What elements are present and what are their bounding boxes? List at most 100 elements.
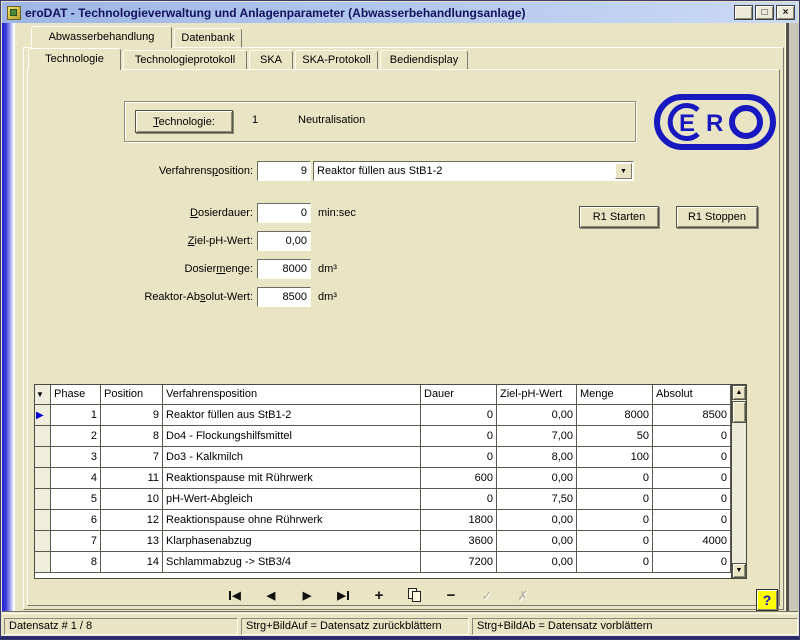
insert-record-button[interactable]: +	[367, 586, 391, 605]
first-record-button[interactable]: ◀	[223, 586, 247, 605]
cell-dauer[interactable]: 0	[421, 489, 497, 510]
row-selector[interactable]	[35, 447, 51, 468]
tab-technologieprotokoll[interactable]: Technologieprotokoll	[123, 50, 247, 69]
tab-abwasserbehandlung[interactable]: Abwasserbehandlung	[31, 26, 172, 48]
cell-absolut[interactable]: 8500	[653, 405, 731, 426]
cell-absolut[interactable]: 0	[653, 426, 731, 447]
cell-ziel-ph[interactable]: 7,50	[497, 489, 577, 510]
prior-record-button[interactable]: ◀	[259, 586, 283, 605]
cell-phase[interactable]: 7	[51, 531, 101, 552]
r1-starten-button[interactable]: R1 Starten	[579, 206, 659, 228]
scroll-down-button[interactable]: ▼	[732, 563, 746, 578]
cell-ziel-ph[interactable]: 8,00	[497, 447, 577, 468]
table-row[interactable]: 5 10 pH-Wert-Abgleich 0 7,50 0 0	[35, 489, 731, 510]
cell-absolut[interactable]: 0	[653, 447, 731, 468]
verfahrensposition-input[interactable]	[257, 161, 311, 181]
cell-dauer[interactable]: 3600	[421, 531, 497, 552]
cell-menge[interactable]: 50	[577, 426, 653, 447]
cell-ziel-ph[interactable]: 0,00	[497, 510, 577, 531]
cell-position[interactable]: 7	[101, 447, 163, 468]
cell-verfahrensposition[interactable]: Do4 - Flockungshilfsmittel	[163, 426, 421, 447]
cell-absolut[interactable]: 0	[653, 510, 731, 531]
cell-dauer[interactable]: 1800	[421, 510, 497, 531]
minimize-button[interactable]: _	[734, 5, 753, 20]
cell-absolut[interactable]: 0	[653, 468, 731, 489]
cell-menge[interactable]: 0	[577, 531, 653, 552]
last-record-button[interactable]: ▶	[331, 586, 355, 605]
cell-dauer[interactable]: 0	[421, 405, 497, 426]
row-selector[interactable]	[35, 426, 51, 447]
cell-verfahrensposition[interactable]: pH-Wert-Abgleich	[163, 489, 421, 510]
cell-phase[interactable]: 1	[51, 405, 101, 426]
table-vertical-scrollbar[interactable]: ▲ ▼	[731, 385, 746, 578]
cell-position[interactable]: 8	[101, 426, 163, 447]
tab-bediendisplay[interactable]: Bediendisplay	[380, 50, 468, 69]
copy-record-button[interactable]	[403, 586, 427, 605]
table-row[interactable]: 4 11 Reaktionspause mit Rührwerk 600 0,0…	[35, 468, 731, 489]
cell-menge[interactable]: 0	[577, 510, 653, 531]
cell-position[interactable]: 14	[101, 552, 163, 573]
cell-ziel-ph[interactable]: 0,00	[497, 531, 577, 552]
row-selector[interactable]	[35, 531, 51, 552]
cell-position[interactable]: 11	[101, 468, 163, 489]
cell-position[interactable]: 10	[101, 489, 163, 510]
row-selector[interactable]	[35, 468, 51, 489]
verfahrensposition-combobox[interactable]: Reaktor füllen aus StB1-2 ▼	[313, 161, 634, 181]
combobox-dropdown-button[interactable]: ▼	[615, 163, 632, 179]
table-row[interactable]: 2 8 Do4 - Flockungshilfsmittel 0 7,00 50…	[35, 426, 731, 447]
cell-absolut[interactable]: 0	[653, 489, 731, 510]
cell-verfahrensposition[interactable]: Reaktionspause ohne Rührwerk	[163, 510, 421, 531]
cell-phase[interactable]: 6	[51, 510, 101, 531]
cell-menge[interactable]: 8000	[577, 405, 653, 426]
cell-verfahrensposition[interactable]: Klarphasenabzug	[163, 531, 421, 552]
cell-menge[interactable]: 100	[577, 447, 653, 468]
cell-absolut[interactable]: 0	[653, 552, 731, 573]
tab-ska[interactable]: SKA	[249, 50, 293, 69]
cell-dauer[interactable]: 0	[421, 447, 497, 468]
cell-verfahrensposition[interactable]: Do3 - Kalkmilch	[163, 447, 421, 468]
tab-datenbank[interactable]: Datenbank	[174, 28, 242, 47]
table-row[interactable]: 8 14 Schlammabzug -> StB3/4 7200 0,00 0 …	[35, 552, 731, 573]
cell-position[interactable]: 9	[101, 405, 163, 426]
table-row[interactable]: 7 13 Klarphasenabzug 3600 0,00 0 4000	[35, 531, 731, 552]
cell-verfahrensposition[interactable]: Reaktor füllen aus StB1-2	[163, 405, 421, 426]
ziel-ph-input[interactable]	[257, 231, 311, 251]
dosierdauer-input[interactable]	[257, 203, 311, 223]
next-record-button[interactable]: ▶	[295, 586, 319, 605]
cell-phase[interactable]: 4	[51, 468, 101, 489]
cell-phase[interactable]: 5	[51, 489, 101, 510]
tab-ska-protokoll[interactable]: SKA-Protokoll	[295, 50, 378, 69]
close-button[interactable]: ×	[776, 5, 795, 20]
tab-technologie[interactable]: Technologie	[28, 48, 121, 70]
cell-phase[interactable]: 3	[51, 447, 101, 468]
dosiermenge-input[interactable]	[257, 259, 311, 279]
row-selector[interactable]	[35, 510, 51, 531]
maximize-button[interactable]: □	[755, 5, 774, 20]
table-row[interactable]: 3 7 Do3 - Kalkmilch 0 8,00 100 0	[35, 447, 731, 468]
delete-record-button[interactable]: −	[439, 586, 463, 605]
r1-stoppen-button[interactable]: R1 Stoppen	[676, 206, 758, 228]
cell-ziel-ph[interactable]: 7,00	[497, 426, 577, 447]
cell-ziel-ph[interactable]: 0,00	[497, 552, 577, 573]
cell-verfahrensposition[interactable]: Schlammabzug -> StB3/4	[163, 552, 421, 573]
table-row[interactable]: 6 12 Reaktionspause ohne Rührwerk 1800 0…	[35, 510, 731, 531]
cell-dauer[interactable]: 0	[421, 426, 497, 447]
technologie-button[interactable]: Technologie:	[135, 110, 233, 133]
cell-ziel-ph[interactable]: 0,00	[497, 468, 577, 489]
row-selector[interactable]: ▶	[35, 405, 51, 426]
cell-menge[interactable]: 0	[577, 552, 653, 573]
cell-position[interactable]: 12	[101, 510, 163, 531]
cell-ziel-ph[interactable]: 0,00	[497, 405, 577, 426]
scrollbar-thumb[interactable]	[732, 401, 746, 423]
cell-position[interactable]: 13	[101, 531, 163, 552]
cell-dauer[interactable]: 7200	[421, 552, 497, 573]
cell-menge[interactable]: 0	[577, 489, 653, 510]
cell-absolut[interactable]: 4000	[653, 531, 731, 552]
table-row[interactable]: ▶ 1 9 Reaktor füllen aus StB1-2 0 0,00 8…	[35, 405, 731, 426]
cell-menge[interactable]: 0	[577, 468, 653, 489]
cell-dauer[interactable]: 600	[421, 468, 497, 489]
cell-phase[interactable]: 8	[51, 552, 101, 573]
reaktor-absolut-input[interactable]	[257, 287, 311, 307]
cell-phase[interactable]: 2	[51, 426, 101, 447]
row-selector[interactable]	[35, 552, 51, 573]
